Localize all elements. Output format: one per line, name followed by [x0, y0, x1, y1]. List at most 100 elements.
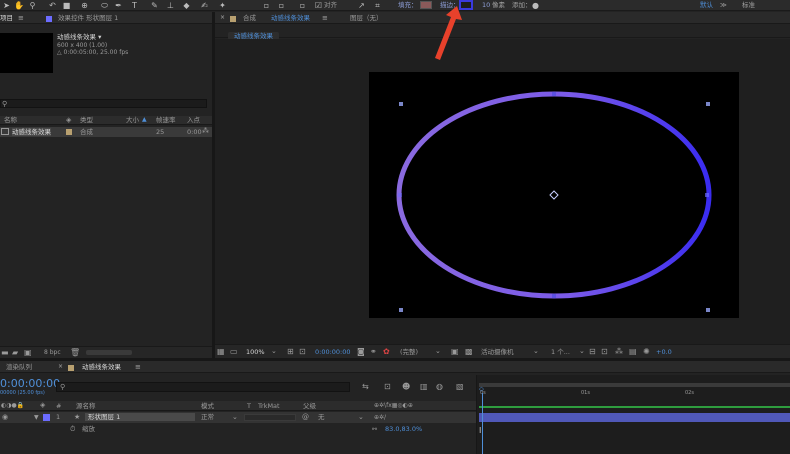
av-features-icon[interactable]: ◐◑●🔒 [1, 401, 24, 410]
monitor-icon[interactable]: ▭ [230, 347, 238, 356]
draft-3d-icon[interactable]: ⊡ [384, 382, 391, 391]
always-preview-icon[interactable]: ▦ [217, 347, 225, 356]
col-in-header[interactable]: 入点 [187, 116, 200, 124]
label-column-icon[interactable]: ◈ [40, 401, 45, 410]
project-item-name[interactable]: 动感线条效果 [12, 128, 51, 136]
add-circle-icon[interactable]: ● [531, 1, 540, 10]
zoom-select[interactable]: 100% [246, 348, 265, 356]
grid-icon[interactable]: ⊞ [287, 347, 294, 356]
resolution-select[interactable]: (完整) [400, 348, 418, 356]
camera-select[interactable]: 活动摄像机 [481, 348, 514, 356]
thumbnail-slider[interactable] [86, 350, 132, 355]
exposure-value[interactable]: +0.0 [656, 348, 672, 356]
layer-mode-select[interactable]: 正常 [201, 413, 214, 421]
eye-icon[interactable]: ◉ [2, 413, 8, 422]
puppet-tool-icon[interactable]: ✦ [218, 1, 227, 10]
label-color-swatch[interactable] [66, 129, 72, 135]
col-size-header[interactable]: 大小 [126, 116, 139, 124]
fast-preview-icon[interactable]: ⊡ [601, 347, 608, 356]
color-channels-icon[interactable]: ✿ [383, 347, 390, 356]
views-select[interactable]: 1 个... [551, 348, 570, 356]
new-folder-icon[interactable]: ▰ [12, 348, 18, 357]
tab-project[interactable]: 项目 [0, 14, 13, 22]
col-name-header[interactable]: 名称 [4, 116, 17, 124]
comp-canvas[interactable] [369, 72, 739, 318]
frame-blending-icon[interactable]: ▥ [420, 382, 428, 391]
region-icon[interactable]: ⊡ [299, 347, 306, 356]
panel-menu-icon[interactable]: ≡ [135, 363, 141, 371]
layer-bounding-handle[interactable] [399, 102, 403, 106]
region-of-interest-icon[interactable]: ▣ [451, 347, 459, 356]
flowchart-icon[interactable]: ▤ [629, 347, 637, 356]
col-source-header[interactable]: 源名称 [76, 402, 96, 410]
workspace-standard[interactable]: 标准 [742, 1, 755, 10]
property-row[interactable]: ⏱ 缩放 ⚯ 83.0,83.0% [0, 424, 476, 435]
layer-switches-icons[interactable]: ⊕✲/ [374, 413, 386, 422]
layer-duration-bar[interactable] [479, 413, 790, 422]
pick-whip-icon[interactable]: @ [302, 413, 309, 422]
panel-menu-icon[interactable]: ≡ [18, 14, 24, 22]
menu-icon[interactable]: ≫ [720, 1, 727, 10]
type-tool-icon[interactable]: T [130, 1, 139, 10]
col-parent-header[interactable]: 父级 [303, 402, 316, 410]
layer-bounding-handle[interactable] [399, 308, 403, 312]
layer-row[interactable]: ◉ ▼ 1 ★ 形状图层 1 正常 ⌄ @ 无 ⌄ ⊕✲/ [0, 412, 476, 423]
tab-layer[interactable]: 图层（无） [350, 14, 383, 22]
workspace-default[interactable]: 默认 [700, 1, 713, 10]
align-checkbox-icon[interactable]: ☑ [314, 1, 323, 10]
new-composition-icon[interactable]: ▣ [24, 348, 32, 357]
snapshot-camera-icon[interactable]: ◙ [357, 347, 365, 356]
shy-layers-icon[interactable]: ☻ [402, 382, 410, 391]
comp-mini-flowchart-icon[interactable]: ⇆ [362, 382, 369, 391]
snap-feature-icon[interactable]: ▫ [298, 1, 307, 10]
hand-tool-icon[interactable]: ✋ [14, 1, 24, 10]
timeline-icon[interactable]: ⁂ [615, 347, 623, 356]
motion-blur-icon[interactable]: ◍ [436, 382, 443, 391]
close-icon[interactable]: × [220, 14, 225, 22]
eraser-tool-icon[interactable]: ◆ [182, 1, 191, 10]
show-snapshot-icon[interactable]: ⚭ [370, 347, 377, 356]
toggle-pixel-icon[interactable]: ⊟ [589, 347, 596, 356]
playhead-line[interactable] [482, 393, 483, 454]
tab-composition[interactable]: 动感线条效果 [271, 14, 310, 22]
comp-timecode[interactable]: 0:00:00:00 [315, 348, 351, 356]
col-fps-header[interactable]: 帧速率 [156, 116, 176, 124]
roto-brush-tool-icon[interactable]: ✍ [200, 1, 209, 10]
timeline-timecode[interactable]: 0:00:00:00 [0, 378, 60, 390]
timeline-search-input[interactable]: ⚲ [56, 382, 350, 392]
snap-to-icon[interactable]: ↗ [357, 1, 366, 10]
expand-arrow-icon[interactable]: ▼ [34, 413, 39, 422]
layer-name[interactable]: 形状图层 1 [85, 413, 195, 421]
clone-stamp-tool-icon[interactable]: ⊥ [166, 1, 175, 10]
stopwatch-icon[interactable]: ⏱ [70, 425, 75, 434]
project-item-row[interactable]: 动感线条效果 合成 25 0:00 ⁂ [0, 127, 212, 137]
panel-menu-icon[interactable]: ≡ [322, 14, 328, 22]
brush-tool-icon[interactable]: ✎ [150, 1, 159, 10]
switches-icons[interactable]: ⊕✲\fx▦◎◐⊕ [374, 401, 413, 410]
pan-behind-tool-icon[interactable]: ⊕ [80, 1, 89, 10]
layer-parent-select[interactable]: 无 [318, 413, 325, 421]
graph-editor-icon[interactable]: ▧ [456, 382, 464, 391]
camera-tool-icon[interactable]: ■ [62, 1, 71, 10]
tab-render-queue[interactable]: 渲染队列 [6, 363, 32, 371]
property-value[interactable]: 83.0,83.0% [385, 425, 422, 433]
project-search-input[interactable]: ⚲ [0, 99, 207, 108]
ellipse-tool-icon[interactable]: ⬭ [100, 1, 109, 10]
bpc-label[interactable]: 8 bpc [44, 349, 61, 357]
layer-bounding-handle[interactable] [706, 308, 710, 312]
timeline-track-area[interactable]: 0s 01s 02s ⬦ I [476, 375, 790, 454]
tab-timeline-comp[interactable]: 动感线条效果 [82, 363, 121, 371]
snap-corner-icon[interactable]: ⌗ [373, 1, 382, 10]
comp-name[interactable]: 动感线条效果 ▾ [57, 33, 101, 41]
work-area-bar[interactable] [479, 383, 790, 387]
transparency-grid-icon[interactable]: ▩ [465, 347, 473, 356]
snap-icon[interactable]: ▫ [262, 1, 271, 10]
layer-bounding-handle[interactable] [706, 102, 710, 106]
close-icon[interactable]: × [58, 363, 63, 371]
label-column-icon[interactable]: ◈ [66, 116, 71, 124]
exposure-icon[interactable]: ✺ [643, 347, 650, 356]
trkmat-select[interactable] [244, 414, 296, 421]
col-trkmat-header[interactable]: TrkMat [258, 402, 280, 410]
ellipse-shape[interactable] [369, 72, 739, 318]
playhead-icon[interactable]: ⬦ [479, 385, 484, 393]
